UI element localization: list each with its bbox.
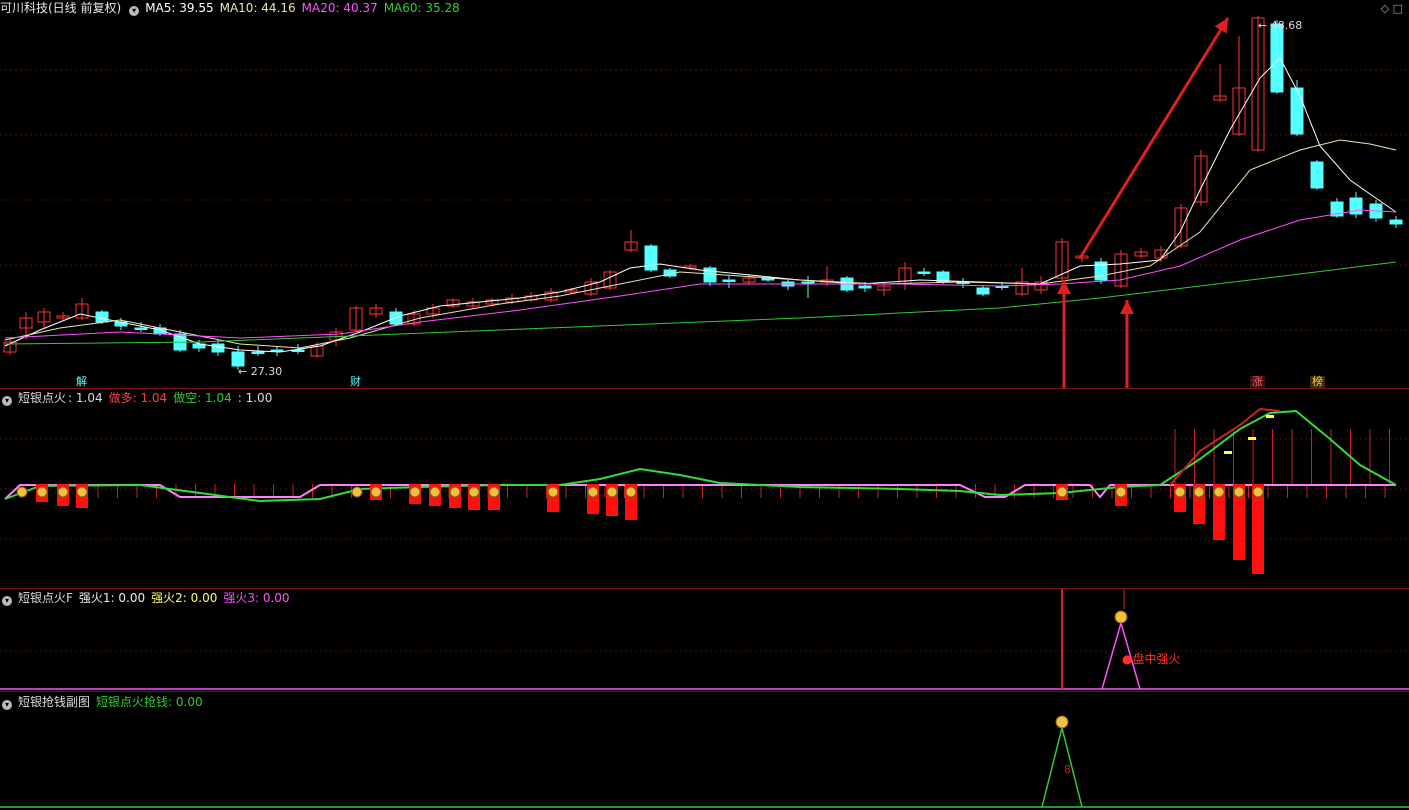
money-bag-icon	[547, 486, 559, 498]
candle-body	[1389, 219, 1403, 225]
indicator-panel-2[interactable]: ▾ 短银点火F 强火1: 0.00 强火2: 0.00 强火3: 0.00 ●盘中强火	[0, 589, 1409, 691]
event-tag-jie[interactable]: 解	[74, 376, 89, 388]
event-tag-bang[interactable]: 榜	[1310, 376, 1325, 388]
candle-body	[858, 285, 872, 289]
candle-body	[976, 287, 990, 295]
trend-line	[4, 409, 1397, 503]
money-bag-icon	[1174, 486, 1186, 498]
intraday-fire-label: ●盘中强火	[1122, 652, 1181, 666]
candle-body	[917, 271, 931, 274]
money-bag-icon	[1193, 486, 1205, 498]
grab-money-annotation: 8	[1064, 763, 1071, 776]
candle-body	[1270, 23, 1284, 93]
ma5-line	[4, 57, 1397, 353]
money-bag-icon	[587, 486, 599, 498]
candle-body	[211, 343, 225, 353]
signal-dash	[1224, 451, 1232, 454]
indicator1-chart[interactable]	[0, 389, 1409, 588]
money-bag-icon	[625, 486, 637, 498]
kline-panel[interactable]: 可川科技(日线 前复权) ▾ MA5: 39.55 MA10: 44.16 MA20: …	[0, 0, 1409, 389]
indicator3-chart[interactable]	[0, 692, 1409, 810]
candle-body	[1290, 87, 1304, 135]
indicator-panel-1[interactable]: ▾ 短银点火: 1.04 做多: 1.04 做空: 1.04: 1.00	[0, 389, 1409, 588]
trend-arrow	[1078, 17, 1230, 259]
envelope-line	[4, 484, 1396, 500]
money-bag-icon	[370, 486, 382, 498]
signal-arrow-2-head	[1120, 300, 1134, 314]
money-bag-icon	[1233, 486, 1245, 498]
candle-body	[722, 279, 736, 282]
high-price-marker: ← 48.68	[1258, 19, 1303, 32]
money-bag-icon	[76, 486, 88, 498]
money-bag-icon	[488, 486, 500, 498]
candle-body	[95, 311, 109, 323]
signal-arrow-1-head	[1057, 280, 1071, 294]
candle-body	[644, 245, 658, 271]
event-tag-cai[interactable]: 财	[348, 376, 363, 388]
money-bag-icon	[1213, 486, 1225, 498]
candle-body	[134, 327, 148, 330]
candle-body	[1310, 161, 1324, 189]
low-price-marker: ← 27.30	[238, 365, 283, 378]
indicator2-chart[interactable]	[0, 589, 1409, 691]
money-bag-icon	[468, 486, 480, 498]
money-bag-icon	[16, 486, 28, 498]
money-bag-icon	[351, 486, 363, 498]
event-tag-zhang[interactable]: 涨	[1250, 376, 1265, 388]
candle-body	[231, 351, 245, 367]
kline-chart[interactable]	[0, 0, 1409, 389]
money-bag-icon	[1252, 486, 1264, 498]
ma60-line	[4, 261, 1397, 345]
money-bag-icon	[57, 486, 69, 498]
candle-body	[251, 351, 265, 354]
long-line	[1169, 407, 1281, 486]
money-bag-icon	[1056, 486, 1068, 498]
money-bag-icon	[409, 486, 421, 498]
money-bag-icon	[1115, 486, 1127, 498]
money-bag-icon	[1055, 715, 1069, 729]
signal-dash	[1248, 437, 1256, 440]
money-bag-icon	[429, 486, 441, 498]
money-bag-icon	[36, 486, 48, 498]
money-bag-icon	[449, 486, 461, 498]
signal-dash	[1266, 415, 1274, 418]
money-bag-icon	[606, 486, 618, 498]
money-bag-icon	[1114, 610, 1128, 624]
indicator-panel-3[interactable]: ▾ 短银抢钱副图 短银点火抢钱: 0.00 8	[0, 692, 1409, 810]
